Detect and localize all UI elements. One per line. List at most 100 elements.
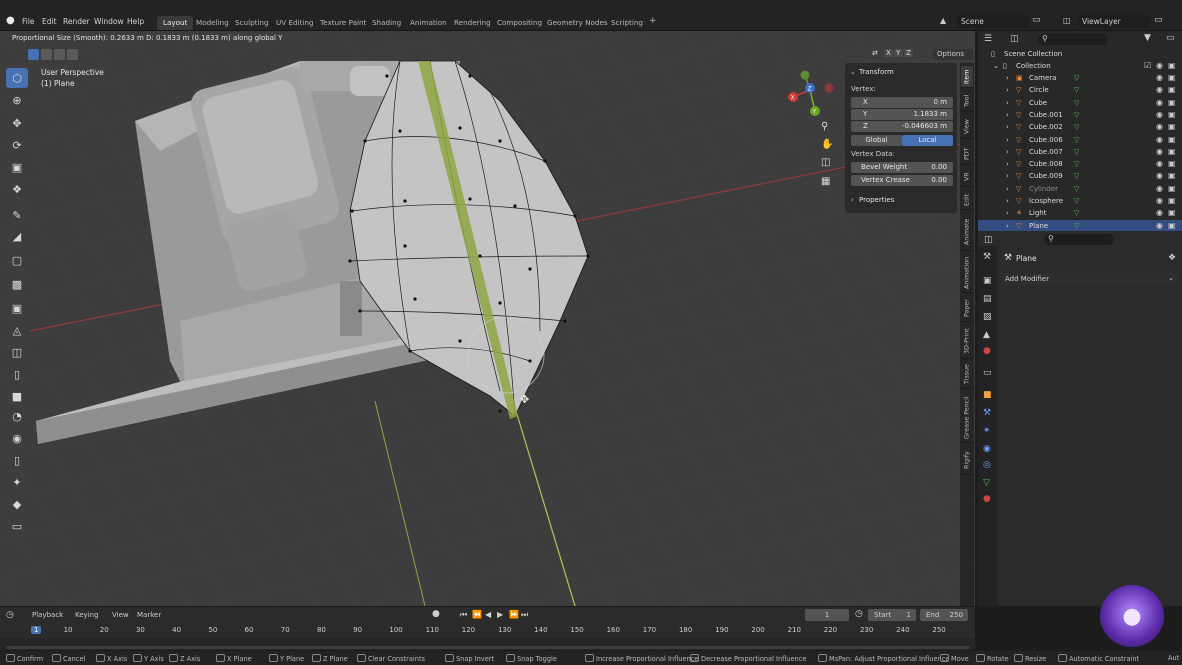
axis-x-toggle[interactable]: X bbox=[884, 49, 893, 57]
extrude-icon[interactable]: ▩ bbox=[6, 274, 28, 294]
render-props-icon[interactable]: ▣ bbox=[983, 276, 992, 286]
poly-build-icon[interactable]: ■ bbox=[6, 386, 28, 406]
eye-icon[interactable]: ◉ bbox=[1156, 195, 1163, 207]
outliner-row[interactable]: › ▽ Circle ▽ ◉ ▣ bbox=[978, 84, 1182, 96]
tab-animation[interactable]: Animation bbox=[961, 253, 973, 293]
marker-menu[interactable]: Marker bbox=[137, 611, 161, 619]
output-props-icon[interactable]: ▤ bbox=[983, 294, 992, 304]
chevron-down-icon[interactable]: ⌄ bbox=[850, 68, 856, 76]
tool-props-icon[interactable]: ⚒ bbox=[983, 252, 991, 262]
chevron-right-icon[interactable]: › bbox=[1006, 121, 1009, 133]
view-layer-icon[interactable]: ◫ bbox=[1063, 16, 1071, 25]
outliner-row[interactable]: › ▽ Cube ▽ ◉ ▣ bbox=[978, 97, 1182, 109]
outliner-row[interactable]: › ▽ Cube.008 ▽ ◉ ▣ bbox=[978, 158, 1182, 170]
eye-icon[interactable]: ◉ bbox=[1156, 134, 1163, 146]
eye-icon[interactable]: ◉ bbox=[1156, 109, 1163, 121]
chevron-right-icon[interactable]: › bbox=[1006, 207, 1009, 219]
menu-render[interactable]: Render bbox=[63, 17, 90, 26]
tab-3d-print[interactable]: 3D-Print bbox=[961, 325, 973, 359]
clock-icon[interactable]: ◷ bbox=[855, 609, 863, 619]
timeline-track[interactable] bbox=[0, 638, 975, 650]
chevron-down-icon[interactable]: ⌄ bbox=[993, 60, 999, 72]
mesh-data-icon[interactable]: ▽ bbox=[1074, 220, 1079, 232]
loop-cut-icon[interactable]: ◫ bbox=[6, 342, 28, 362]
outliner-row[interactable]: › ▽ Icosphere ▽ ◉ ▣ bbox=[978, 195, 1182, 207]
outliner-row-collection[interactable]: ⌄ ▯ Collection ☑ ◉ ▣ bbox=[978, 60, 1182, 72]
vertex-crease-field[interactable]: Vertex Crease 0.00 bbox=[851, 175, 953, 186]
vertex-y-field[interactable]: Y 1.1833 m bbox=[851, 109, 953, 120]
tab-item[interactable]: Item bbox=[961, 66, 973, 88]
axis-y-toggle[interactable]: Y bbox=[894, 49, 903, 57]
record-icon[interactable]: ● bbox=[432, 609, 440, 619]
camera-render-icon[interactable]: ▣ bbox=[1168, 121, 1176, 133]
tab-texture-paint[interactable]: Texture Paint bbox=[314, 16, 372, 30]
playback-menu[interactable]: Playback bbox=[32, 611, 63, 619]
eye-icon[interactable]: ◉ bbox=[1156, 97, 1163, 109]
camera-render-icon[interactable]: ▣ bbox=[1168, 109, 1176, 121]
camera-render-icon[interactable]: ▣ bbox=[1168, 84, 1176, 96]
eye-icon[interactable]: ◉ bbox=[1156, 170, 1163, 182]
outliner-row[interactable]: › ▽ Plane ▽ ◉ ▣ bbox=[978, 219, 1182, 232]
camera-render-icon[interactable]: ▣ bbox=[1168, 97, 1176, 109]
knife-icon[interactable]: ▯ bbox=[6, 364, 28, 384]
tab-view[interactable]: View bbox=[961, 115, 973, 139]
spin-icon[interactable]: ◔ bbox=[6, 406, 28, 426]
eye-icon[interactable]: ◉ bbox=[1156, 146, 1163, 158]
zoom-icon[interactable]: ⚲ bbox=[821, 121, 828, 132]
play-icon[interactable]: ▶ bbox=[497, 610, 503, 619]
mesh-data-icon[interactable]: ▽ bbox=[1074, 134, 1079, 146]
properties-editor-icon[interactable]: ◫ bbox=[984, 235, 993, 245]
start-frame-field[interactable]: Start 1 bbox=[868, 609, 916, 621]
pin-icon[interactable]: ❖ bbox=[1168, 253, 1176, 263]
tab-paper[interactable]: Paper bbox=[961, 296, 973, 322]
camera-render-icon[interactable]: ▣ bbox=[1168, 207, 1176, 219]
checkbox-icon[interactable]: ☑ bbox=[1144, 60, 1151, 72]
camera-render-icon[interactable]: ▣ bbox=[1168, 72, 1176, 84]
chevron-right-icon[interactable]: › bbox=[1006, 72, 1009, 84]
camera-render-icon[interactable]: ▣ bbox=[1168, 183, 1176, 195]
options-dropdown[interactable]: Options bbox=[933, 49, 973, 60]
properties-search-input[interactable]: ⚲ bbox=[1044, 234, 1114, 245]
modifier-props-icon[interactable]: ⚒ bbox=[983, 408, 991, 418]
view-layer-new-icon[interactable]: ▭ bbox=[1154, 15, 1163, 25]
scene-selector[interactable]: Scene bbox=[957, 15, 1029, 28]
object-props-icon[interactable]: ■ bbox=[983, 390, 992, 400]
camera-render-icon[interactable]: ▣ bbox=[1168, 220, 1176, 232]
eye-icon[interactable]: ◉ bbox=[1156, 72, 1163, 84]
scene-new-icon[interactable]: ▭ bbox=[1032, 15, 1041, 25]
cursor-icon[interactable]: ⊕ bbox=[6, 90, 28, 110]
hand-pan-icon[interactable]: ✋ bbox=[821, 139, 833, 150]
chevron-right-icon[interactable]: › bbox=[1006, 183, 1009, 195]
camera-render-icon[interactable]: ▣ bbox=[1168, 60, 1176, 72]
chevron-right-icon[interactable]: › bbox=[1006, 146, 1009, 158]
mesh-data-icon[interactable]: ▽ bbox=[1074, 146, 1079, 158]
display-mode-icon[interactable]: ◫ bbox=[1010, 34, 1019, 44]
eye-icon[interactable]: ◉ bbox=[1156, 158, 1163, 170]
outliner-row[interactable]: › ▽ Cube.007 ▽ ◉ ▣ bbox=[978, 146, 1182, 158]
jump-end-icon[interactable]: ⏭ bbox=[521, 610, 528, 620]
next-keyframe-icon[interactable]: ⏩ bbox=[509, 610, 519, 619]
prev-keyframe-icon[interactable]: ⏪ bbox=[472, 610, 482, 619]
mesh-data-icon[interactable]: ▽ bbox=[1074, 84, 1079, 96]
outliner-row[interactable]: › ▣ Camera ▽ ◉ ▣ bbox=[978, 72, 1182, 84]
mesh-data-icon[interactable]: ▽ bbox=[1074, 158, 1079, 170]
outliner-row[interactable]: › ▽ Cube.002 ▽ ◉ ▣ bbox=[978, 121, 1182, 133]
eye-icon[interactable]: ◉ bbox=[1156, 220, 1163, 232]
add-cube-icon[interactable]: ▢ bbox=[6, 250, 28, 270]
select-extend-icon[interactable] bbox=[41, 49, 52, 60]
mesh-data-icon[interactable]: ▽ bbox=[1074, 97, 1079, 109]
outliner-row[interactable]: › ▽ Cube.006 ▽ ◉ ▣ bbox=[978, 134, 1182, 146]
chevron-right-icon[interactable]: › bbox=[1006, 158, 1009, 170]
add-modifier-dropdown[interactable]: Add Modifier ⌄ bbox=[1002, 273, 1178, 286]
tab-layout[interactable]: Layout bbox=[157, 16, 194, 30]
tab-sculpting[interactable]: Sculpting bbox=[229, 16, 275, 30]
tab-rendering[interactable]: Rendering bbox=[448, 16, 497, 30]
blender-logo-icon[interactable]: ● bbox=[6, 15, 15, 26]
eye-icon[interactable]: ◉ bbox=[1156, 121, 1163, 133]
chevron-right-icon[interactable]: › bbox=[1006, 84, 1009, 96]
chevron-right-icon[interactable]: › bbox=[1006, 134, 1009, 146]
local-toggle[interactable]: Local bbox=[902, 135, 953, 146]
annotate-icon[interactable]: ✎ bbox=[6, 205, 28, 225]
scene-icon[interactable]: ▲ bbox=[940, 16, 946, 25]
camera-render-icon[interactable]: ▣ bbox=[1168, 158, 1176, 170]
